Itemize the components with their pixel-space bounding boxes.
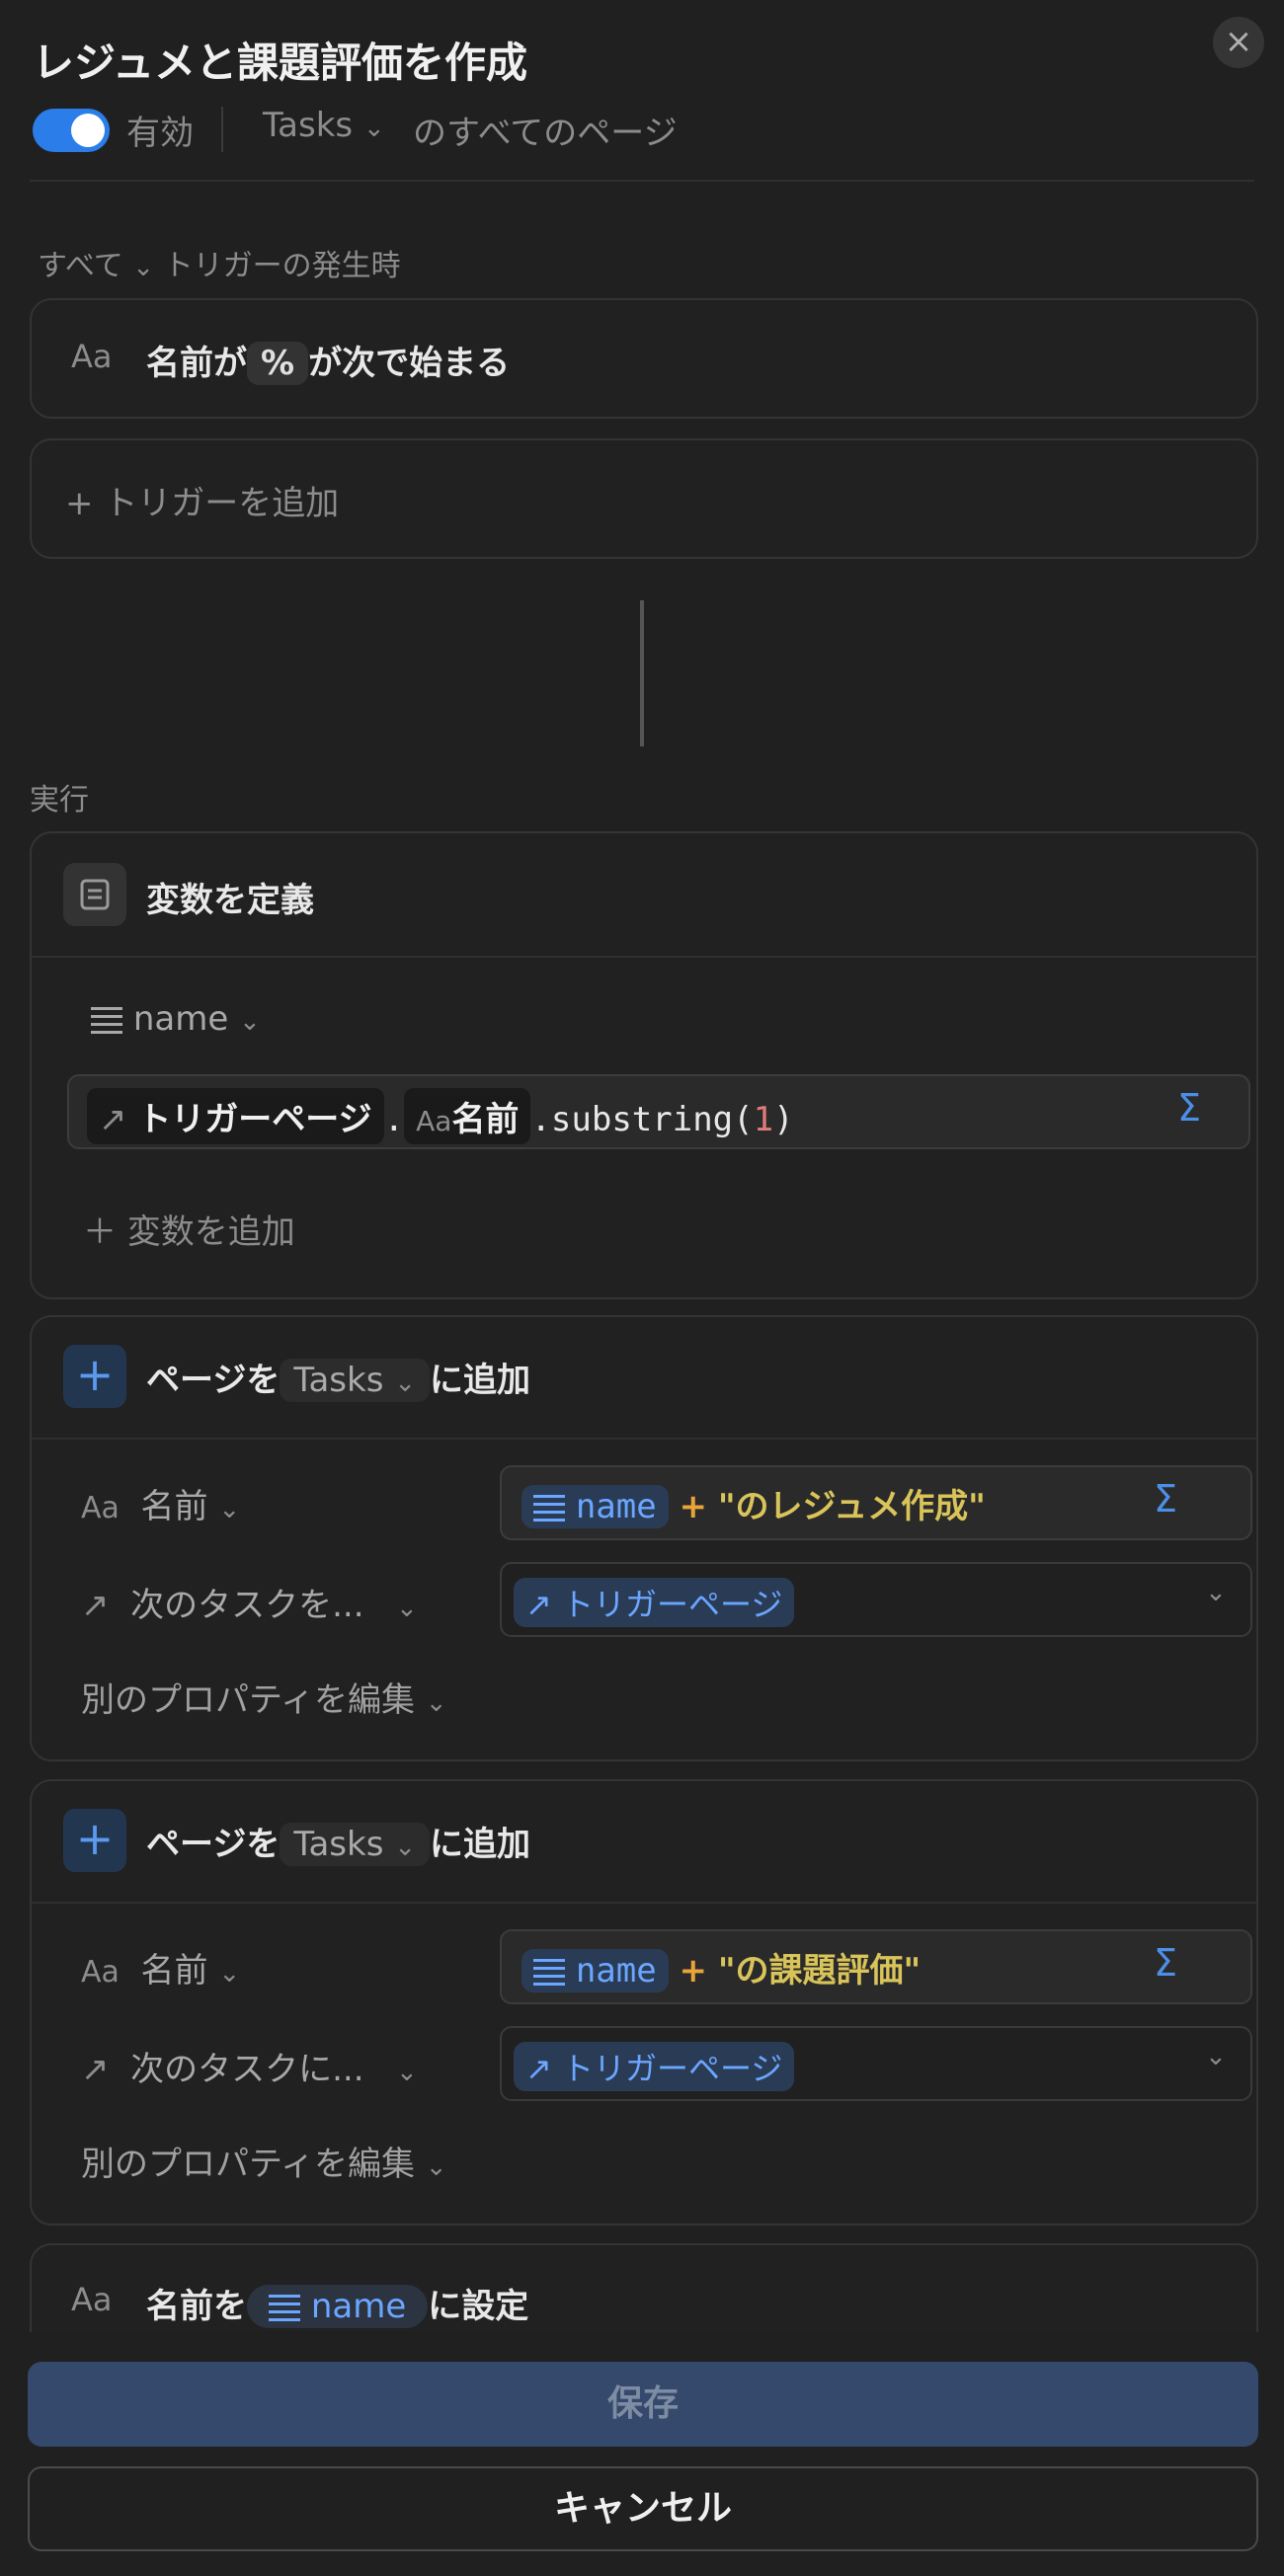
chevron-down-icon: ⌄	[1205, 1578, 1227, 1607]
edit-other-properties-button[interactable]: 別のプロパティを編集 ⌄	[81, 2137, 447, 2185]
trigger-heading: すべて ⌄ トリガーの発生時	[38, 241, 401, 284]
chevron-down-icon: ⌄	[425, 1688, 447, 1718]
close-icon: ×	[1224, 22, 1253, 61]
name-variable-chip: name	[247, 2285, 429, 2328]
relation-property-selector[interactable]: ↗ 次のタスクに... ⌄	[81, 2042, 418, 2090]
enabled-toggle[interactable]	[33, 109, 110, 152]
plus-icon: +	[63, 1809, 126, 1872]
chevron-down-icon: ⌄	[362, 114, 385, 143]
chevron-down-icon: ⌄	[396, 2058, 418, 2087]
add-page-card-2: + ページを Tasks ⌄ に追加 Aa 名前 ⌄ name + "の課題評価" …	[30, 1779, 1258, 2225]
define-variables-title: 変数を定義	[146, 881, 314, 920]
close-button[interactable]: ×	[1213, 17, 1264, 68]
cancel-button[interactable]: キャンセル	[28, 2466, 1258, 2551]
formula-sigma-icon[interactable]: Σ	[1177, 1086, 1201, 1130]
add-page-heading: ページを Tasks ⌄ に追加	[146, 1359, 531, 1402]
name-property-chip: Aa名前	[404, 1088, 531, 1144]
add-trigger-button[interactable]: + トリガーを追加	[30, 438, 1258, 559]
trigger-page-chip: ↗ トリガーページ	[87, 1088, 384, 1144]
document-icon	[63, 863, 126, 926]
scope-text: のすべてのページ	[413, 114, 678, 153]
trigger-condition-text: 名前が% が次で始まる	[146, 342, 511, 385]
card-divider	[32, 1902, 1256, 1904]
page-title: レジュメと課題評価を作成	[33, 39, 528, 87]
add-page-card-1: + ページを Tasks ⌄ に追加 Aa 名前 ⌄ name + "のレジュメ作成…	[30, 1315, 1258, 1761]
chevron-down-icon: ⌄	[1205, 2042, 1227, 2071]
condition-value-chip[interactable]: %	[247, 342, 309, 385]
set-property-text: 名前を name に設定	[146, 2285, 529, 2328]
define-variables-card: 変数を定義 name ⌄ ↗ トリガーページ. Aa名前 .substring(1)…	[30, 831, 1258, 1299]
formula-sigma-icon[interactable]: Σ	[1154, 1477, 1177, 1521]
text-property-icon: Aa	[81, 1955, 120, 1990]
text-property-icon: Aa	[81, 1491, 120, 1525]
text-lines-icon	[91, 1002, 122, 1039]
variable-name-selector[interactable]: name ⌄	[91, 999, 261, 1039]
add-page-heading: ページを Tasks ⌄ に追加	[146, 1823, 531, 1866]
formula-sigma-icon[interactable]: Σ	[1154, 1941, 1177, 1985]
plus-icon: +	[65, 484, 94, 523]
chevron-down-icon: ⌄	[239, 1007, 261, 1037]
variable-name: name	[132, 999, 229, 1039]
property-name-selector[interactable]: Aa 名前 ⌄	[81, 1479, 240, 1527]
plus-icon: ＋	[83, 1212, 117, 1252]
match-all-selector[interactable]: すべて	[38, 249, 123, 283]
property-name-formula-field[interactable]: name + "の課題評価" Σ	[500, 1929, 1252, 2004]
save-button[interactable]: 保存	[28, 2362, 1258, 2447]
relation-arrow-icon: ↗	[525, 2050, 552, 2087]
property-name-selector[interactable]: Aa 名前 ⌄	[81, 1943, 240, 1991]
plus-icon: +	[63, 1345, 126, 1408]
add-trigger-label: + トリガーを追加	[65, 484, 340, 523]
formula-expression: name + "のレジュメ作成"	[522, 1479, 986, 1528]
actions-heading: 実行	[30, 783, 89, 818]
relation-arrow-icon: ↗	[99, 1100, 127, 1139]
chevron-down-icon: ⌄	[425, 2152, 447, 2182]
chevron-down-icon: ⌄	[132, 253, 155, 282]
relation-arrow-icon: ↗	[81, 1586, 110, 1625]
text-property-icon: Aa	[71, 338, 113, 375]
relation-value-field[interactable]: ↗ トリガーページ ⌄	[500, 2026, 1252, 2101]
trigger-when-label: トリガーの発生時	[163, 249, 401, 283]
relation-arrow-icon: ↗	[81, 2050, 110, 2089]
trigger-condition-card[interactable]: Aa 名前が% が次で始まる	[30, 298, 1258, 419]
toggle-label: 有効	[126, 114, 194, 153]
flow-connector-line	[640, 600, 644, 746]
database-selector[interactable]: Tasks ⌄	[263, 106, 385, 145]
add-variable-button[interactable]: ＋ 変数を追加	[83, 1205, 295, 1253]
trigger-page-chip: ↗ トリガーページ	[514, 1578, 795, 1627]
header-divider-line	[30, 180, 1254, 182]
relation-value-field[interactable]: ↗ トリガーページ ⌄	[500, 1562, 1252, 1637]
edit-other-properties-button[interactable]: 別のプロパティを編集 ⌄	[81, 1673, 447, 1721]
chevron-down-icon: ⌄	[218, 1959, 241, 1989]
database-chip[interactable]: Tasks ⌄	[280, 1359, 431, 1402]
name-variable-chip: name	[522, 1949, 669, 1992]
variable-formula-field[interactable]: ↗ トリガーページ. Aa名前 .substring(1) Σ	[67, 1074, 1250, 1149]
card-divider	[32, 956, 1256, 958]
formula-expression: ↗ トリガーページ. Aa名前 .substring(1)	[87, 1088, 794, 1144]
text-property-icon: Aa	[71, 2281, 113, 2318]
trigger-page-chip: ↗ トリガーページ	[514, 2042, 795, 2091]
chevron-down-icon: ⌄	[218, 1495, 241, 1524]
database-chip[interactable]: Tasks ⌄	[280, 1823, 431, 1866]
chevron-down-icon: ⌄	[396, 1594, 418, 1623]
property-name-formula-field[interactable]: name + "のレジュメ作成" Σ	[500, 1465, 1252, 1540]
relation-arrow-icon: ↗	[525, 1586, 552, 1623]
header-divider	[221, 107, 223, 152]
formula-expression: name + "の課題評価"	[522, 1943, 921, 1992]
toggle-knob	[71, 114, 105, 147]
name-variable-chip: name	[522, 1485, 669, 1528]
database-name: Tasks	[263, 106, 354, 145]
relation-property-selector[interactable]: ↗ 次のタスクを... ⌄	[81, 1578, 418, 1626]
card-divider	[32, 1438, 1256, 1440]
